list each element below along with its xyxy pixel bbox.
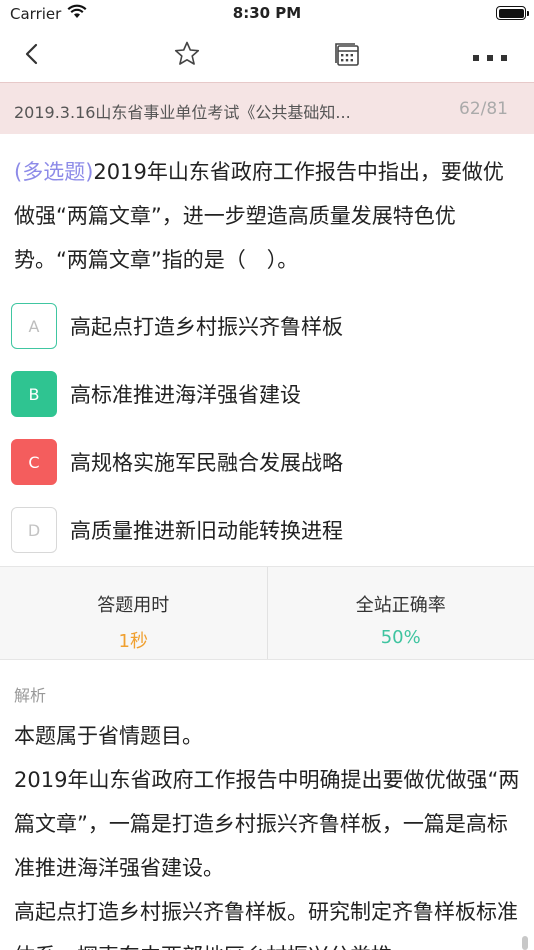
option-d[interactable]: D 高质量推进新旧动能转换进程 — [11, 507, 523, 553]
stat-time: 答题用时 1秒 — [0, 567, 267, 659]
stat-time-label: 答题用时 — [97, 595, 170, 616]
analysis-label: 解析 — [14, 686, 47, 705]
option-text: 高规格实施军民融合发展战略 — [70, 451, 343, 475]
exam-title-bar: 2019.3.16山东省事业单位考试《公共基础知... 62/81 — [0, 82, 534, 134]
exam-title: 2019.3.16山东省事业单位考试《公共基础知... — [14, 103, 351, 122]
analysis-paragraph: 高起点打造乡村振兴齐鲁样板。研究制定齐鲁样板标准体系，探索东中西部地区乡村振兴分… — [14, 900, 518, 950]
back-chevron-icon — [22, 42, 42, 70]
option-letter: A — [11, 303, 57, 349]
more-dots-icon — [472, 47, 508, 66]
analysis-body: 本题属于省情题目。 2019年山东省政府工作报告中明确提出要做优做强“两篇文章”… — [14, 714, 522, 950]
analysis-paragraph: 2019年山东省政府工作报告中明确提出要做优做强“两篇文章”，一篇是打造乡村振兴… — [14, 768, 520, 880]
option-a[interactable]: A 高起点打造乡村振兴齐鲁样板 — [11, 303, 523, 349]
back-button[interactable] — [12, 36, 52, 76]
option-letter: B — [11, 371, 57, 417]
star-icon — [173, 40, 201, 72]
calendar-icon — [333, 40, 361, 72]
status-time: 8:30 PM — [232, 4, 302, 22]
option-letter: D — [11, 507, 57, 553]
stat-time-value: 1秒 — [118, 631, 148, 652]
status-bar: Carrier 8:30 PM — [0, 0, 534, 28]
stat-accuracy-label: 全站正确率 — [355, 595, 446, 616]
more-button[interactable] — [470, 36, 510, 76]
option-c[interactable]: C 高规格实施军民融合发展战略 — [11, 439, 523, 485]
question-progress: 62/81 — [459, 99, 508, 119]
favorite-button[interactable] — [167, 36, 207, 76]
option-text: 高质量推进新旧动能转换进程 — [70, 519, 343, 543]
battery-icon — [496, 6, 529, 20]
option-letter: C — [11, 439, 57, 485]
stat-accuracy-value: 50% — [380, 627, 421, 648]
nav-bar — [0, 28, 534, 82]
option-text: 高起点打造乡村振兴齐鲁样板 — [70, 315, 343, 339]
answer-sheet-button[interactable] — [327, 36, 367, 76]
question-stem: (多选题)2019年山东省政府工作报告中指出，要做优做强“两篇文章”，进一步塑造… — [14, 150, 522, 282]
stat-accuracy: 全站正确率 50% — [266, 567, 534, 659]
analysis-paragraph: 本题属于省情题目。 — [14, 724, 203, 748]
option-text: 高标准推进海洋强省建设 — [70, 383, 301, 407]
scrollbar[interactable] — [522, 936, 528, 950]
option-b[interactable]: B 高标准推进海洋强省建设 — [11, 371, 523, 417]
analysis-section: 解析 本题属于省情题目。 2019年山东省政府工作报告中明确提出要做优做强“两篇… — [0, 660, 534, 950]
question-type: (多选题) — [14, 160, 94, 184]
answer-stats: 答题用时 1秒 全站正确率 50% — [0, 566, 534, 660]
